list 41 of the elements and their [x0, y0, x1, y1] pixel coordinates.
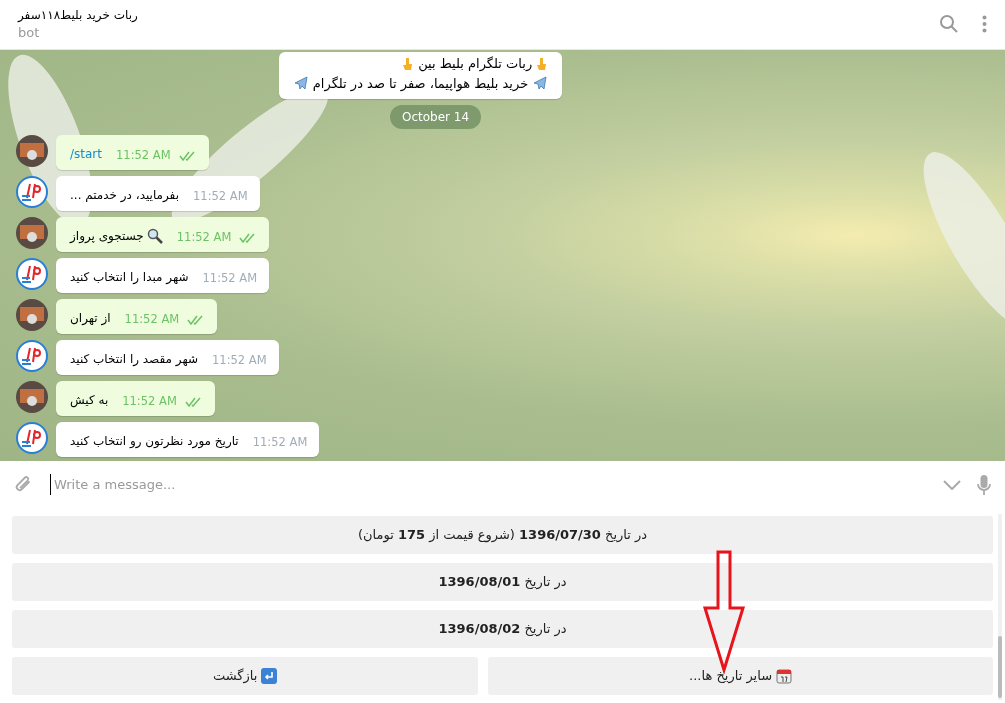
airplane-icon — [532, 75, 549, 92]
search-icon[interactable] — [939, 14, 958, 33]
chevron-down-icon[interactable] — [943, 479, 961, 490]
message-time: 11:52 AM — [122, 393, 177, 410]
chat-subtitle: bot — [18, 24, 41, 42]
more-menu-icon[interactable] — [982, 14, 987, 33]
message-text: به کیش — [70, 391, 109, 409]
message-time: 11:52 AM — [193, 188, 248, 205]
bot-avatar-icon — [16, 176, 48, 208]
chat-title: ربات خرید بلیط۱۱۸سفر — [18, 7, 138, 24]
message-time: 11:52 AM — [212, 352, 267, 369]
message-time: 11:52 AM — [116, 147, 171, 164]
date-separator: October 14 — [389, 105, 482, 129]
bot-avatar-icon — [16, 340, 48, 372]
message-text: تاریخ مورد نظرتون رو انتخاب کنید — [70, 432, 239, 450]
message-text[interactable]: /start — [70, 144, 102, 163]
user-avatar-photo — [16, 135, 48, 167]
pointing-down-icon — [536, 56, 549, 71]
bot-avatar-icon — [16, 422, 48, 454]
message-text: ربات تلگرام بلیط بین — [418, 55, 533, 74]
message-time: 11:52 AM — [202, 270, 258, 287]
message-text: جستجوی پرواز — [70, 227, 144, 245]
message-text: از تهران — [70, 309, 111, 327]
keyboard-button[interactable]: بازگشت — [12, 657, 479, 695]
pointing-down-icon — [402, 56, 415, 71]
user-avatar-photo — [16, 299, 48, 331]
bot-avatar-icon — [16, 258, 48, 290]
airplane-icon — [292, 75, 309, 92]
calendar-icon — [776, 668, 793, 684]
message-time: 11:52 AM — [124, 311, 180, 328]
message-text: شهر مبدا را انتخاب کنید — [70, 268, 189, 286]
message-text: بفرمایید، در خدمتم ... — [70, 186, 180, 204]
scrollbar-thumb[interactable] — [998, 636, 1002, 698]
user-avatar-photo — [16, 217, 48, 249]
keyboard-button[interactable]: سایر تاریخ ها... — [488, 657, 993, 695]
user-avatar-photo — [16, 381, 48, 413]
message-time: 11:52 AM — [176, 229, 232, 246]
message-text: شهر مقصد را انتخاب کنید — [70, 350, 199, 368]
message-time: 11:52 AM — [252, 434, 308, 451]
message-text: خرید بلیط هواپیما، صفر تا صد در تلگرام — [312, 74, 529, 93]
microphone-icon[interactable] — [977, 473, 991, 496]
